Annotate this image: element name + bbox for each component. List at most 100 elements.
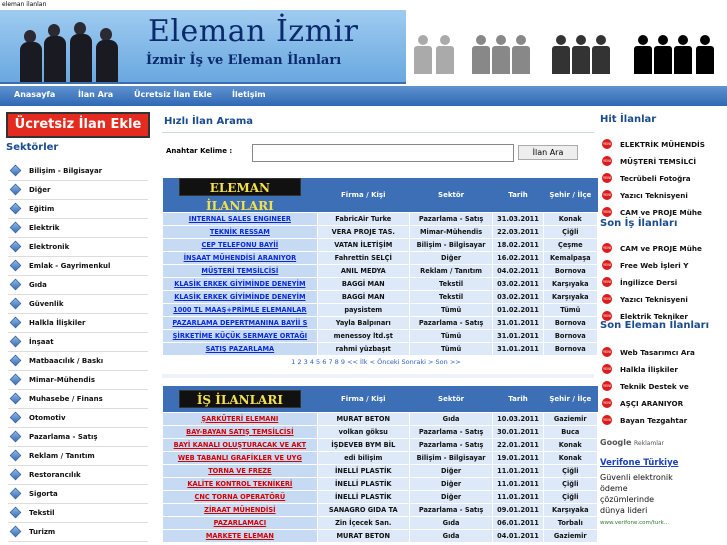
nav-ilan-ara[interactable]: İlan Ara — [78, 90, 113, 99]
sector-label: İnşaat — [29, 338, 54, 346]
job-title-link[interactable]: CEP TELEFONU BAYİİ — [162, 238, 318, 252]
table-row[interactable]: ŞİRKETİME KÜÇÜK SERMAYE ORTAĞI menessoy l… — [162, 329, 599, 343]
new-badge-icon: YENİ — [602, 190, 612, 200]
sector-item[interactable]: Restorancılık — [8, 466, 148, 485]
job-title-link[interactable]: 1000 TL MAAŞ+PRİMLE ELEMANLAR — [162, 303, 318, 317]
ad-title[interactable]: Verifone Türkiye — [600, 458, 678, 468]
job-title-link[interactable]: ZİRAAT MÜHENDİSİ — [162, 502, 318, 517]
table-row[interactable]: TORNA VE FREZE İNELLİ PLASTİK Diğer 11.01.2… — [162, 463, 599, 478]
table-row[interactable]: PAZARLAMACI Zin İçecek San. Gıda 06.01.2011… — [162, 515, 599, 530]
sector-item[interactable]: Muhasebe / Finans — [8, 390, 148, 409]
sector-item[interactable]: Diğer — [8, 181, 148, 200]
ad-list-item[interactable]: YENİ Yazıcı Teknisyeni — [602, 293, 722, 307]
table-row[interactable]: TEKNİK RESSAM VERA PROJE TAS. Mimar-Mühend… — [162, 225, 599, 239]
search-button[interactable]: İlan Ara — [518, 145, 578, 160]
job-title-link[interactable]: KLASİK ERKEK GİYİMİNDE DENEYİM — [162, 290, 318, 304]
job-title-link[interactable]: INTERNAL SALES ENGINEER — [162, 212, 318, 226]
job-title-link[interactable]: ŞİRKETİME KÜÇÜK SERMAYE ORTAĞI — [162, 329, 318, 343]
job-title-link[interactable]: MÜŞTERİ TEMSİLCİSİ — [162, 264, 318, 278]
table-row[interactable]: CNC TORNA OPERATÖRÜ İNELLİ PLASTİK Diğer 11… — [162, 489, 599, 504]
nav-anasayfa[interactable]: Anasayfa — [14, 90, 55, 99]
sector-item[interactable]: Reklam / Tanıtım — [8, 447, 148, 466]
table-row[interactable]: BAY-BAYAN SATIŞ TEMSİLCİSİ volkan göksu Pa… — [162, 424, 599, 439]
table-cell: MURAT BETON — [316, 411, 410, 426]
sector-item[interactable]: Matbaacılık / Baskı — [8, 352, 148, 371]
table-row[interactable]: MÜŞTERİ TEMSİLCİSİ ANIL MEDYA Reklam / Tan… — [162, 264, 599, 278]
nav-iletisim[interactable]: İletişim — [232, 90, 266, 99]
ad-list-item[interactable]: YENİ Teknik Destek ve — [602, 380, 722, 394]
sector-item[interactable]: Otomotiv — [8, 409, 148, 428]
job-title-link[interactable]: CNC TORNA OPERATÖRÜ — [162, 489, 318, 504]
ad-list-item[interactable]: YENİ Free Web İşleri Y — [602, 259, 722, 273]
sector-item[interactable]: Mimar-Mühendis — [8, 371, 148, 390]
diamond-icon — [9, 297, 22, 310]
sector-item[interactable]: Pazarlama - Satış — [8, 428, 148, 447]
table-row[interactable]: WEB TABANLI GRAFİKLER VE UYG edi bilişim B… — [162, 450, 599, 465]
table-cell: 31.01.2011 — [492, 342, 544, 356]
job-title-link[interactable]: WEB TABANLI GRAFİKLER VE UYG — [162, 450, 318, 465]
job-title-link[interactable]: KALİTE KONTROL TEKNİKERİ — [162, 476, 318, 491]
ad-list-item[interactable]: YENİ Tecrübeli Fotoğra — [602, 172, 722, 186]
table-row[interactable]: MARKETE ELEMAN MURAT BETON Gıda 04.01.2011 G… — [162, 528, 599, 543]
sector-item[interactable]: Eğitim — [8, 200, 148, 219]
sector-item[interactable]: Gıda — [8, 276, 148, 295]
job-title-link[interactable]: BAY-BAYAN SATIŞ TEMSİLCİSİ — [162, 424, 318, 439]
pagination[interactable]: 1 2 3 4 5 6 7 8 9 << İlk < Önceki Sonrak… — [158, 358, 594, 366]
sector-item[interactable]: Elektronik — [8, 238, 148, 257]
new-badge-icon: YENİ — [602, 156, 612, 166]
job-title-link[interactable]: BAYİ KANALI OLUŞTURACAK VE AKT — [162, 437, 318, 452]
table-cell: Bornova — [542, 342, 599, 356]
job-title-link[interactable]: TORNA VE FREZE — [162, 463, 318, 478]
sector-item[interactable]: İnşaat — [8, 333, 148, 352]
table-row[interactable]: INTERNAL SALES ENGINEER FabricAir Turke Pa… — [162, 212, 599, 226]
job-title-link[interactable]: MARKETE ELEMAN — [162, 528, 318, 543]
table-cell: 18.02.2011 — [492, 238, 544, 252]
ad-list-item[interactable]: YENİ Halkla İlişkiler — [602, 363, 722, 377]
table-row[interactable]: CEP TELEFONU BAYİİ VATAN İLETİŞİM Bilişim … — [162, 238, 599, 252]
sector-item[interactable]: Güvenlik — [8, 295, 148, 314]
table-cell: 04.02.2011 — [492, 264, 544, 278]
sector-item[interactable]: Emlak - Gayrimenkul — [8, 257, 148, 276]
job-title-link[interactable]: ŞARKÜTERİ ELEMANI — [162, 411, 318, 426]
table-row[interactable]: KLASİK ERKEK GİYİMİNDE DENEYİM BAGGİ MAN T… — [162, 277, 599, 291]
ad-list-item[interactable]: YENİ Bayan Tezgahtar — [602, 414, 722, 428]
job-title-link[interactable]: KLASİK ERKEK GİYİMİNDE DENEYİM — [162, 277, 318, 291]
sector-item[interactable]: Sigorta — [8, 485, 148, 504]
ad-list-item[interactable]: YENİ CAM ve PROJE Mühe — [602, 242, 722, 256]
table-row[interactable]: SATIŞ PAZARLAMA rahmi yüzbaşıt Tümü 31.01.2… — [162, 342, 599, 356]
ad-list-item[interactable]: YENİ Web Tasarımcı Ara — [602, 346, 722, 360]
ad-body: Güvenli elektronik ödeme çözümlerinde dü… — [600, 473, 673, 515]
job-title-link[interactable]: SATIŞ PAZARLAMA — [162, 342, 318, 356]
table-row[interactable]: 1000 TL MAAŞ+PRİMLE ELEMANLAR paysistem Tü… — [162, 303, 599, 317]
ad-list-item[interactable]: YENİ Yazıcı Teknisyeni — [602, 189, 722, 203]
table-row[interactable]: KALİTE KONTROL TEKNİKERİ İNELLİ PLASTİK Di… — [162, 476, 599, 491]
sector-item[interactable]: Bilişim - Bilgisayar — [8, 162, 148, 181]
sector-item[interactable]: Halkla İlişkiler — [8, 314, 148, 333]
search-input[interactable] — [252, 144, 514, 162]
sector-item[interactable]: Turizm — [8, 523, 148, 542]
free-ad-banner[interactable]: Ücretsiz İlan Ekle — [6, 112, 150, 138]
job-title-link[interactable]: PAZARLAMA DEPERTMANINA BAYİİ S — [162, 316, 318, 330]
table-cell: edi bilişim — [316, 450, 410, 465]
ad-list-item[interactable]: YENİ İngilizce Dersi — [602, 276, 722, 290]
job-title-link[interactable]: PAZARLAMACI — [162, 515, 318, 530]
ad-list-item[interactable]: YENİ ELEKTRİK MÜHENDİS — [602, 138, 722, 152]
table-row[interactable]: ŞARKÜTERİ ELEMANI MURAT BETON Gıda 10.03.20… — [162, 411, 599, 426]
table-row[interactable]: BAYİ KANALI OLUŞTURACAK VE AKT İŞDEVEB BY… — [162, 437, 599, 452]
table-row[interactable]: KLASİK ERKEK GİYİMİNDE DENEYİM BAGGİ MAN T… — [162, 290, 599, 304]
table-row[interactable]: İNŞAAT MÜHENDİSİ ARANIYOR Fahrettin SELÇİ… — [162, 251, 599, 265]
ad-list-label: CAM ve PROJE Mühe — [620, 208, 702, 217]
sector-item[interactable]: Elektrik — [8, 219, 148, 238]
table-cell: Bilişim - Bilgisayar — [408, 238, 494, 252]
job-title-link[interactable]: TEKNİK RESSAM — [162, 225, 318, 239]
nav-ucretsiz-ilan-ekle[interactable]: Ücretsiz İlan Ekle — [134, 90, 212, 99]
table-row[interactable]: ZİRAAT MÜHENDİSİ SANAGRO GIDA TA Pazarlama… — [162, 502, 599, 517]
sectors-title: Sektörler — [6, 142, 59, 153]
job-title-link[interactable]: İNŞAAT MÜHENDİSİ ARANIYOR — [162, 251, 318, 265]
ad-url[interactable]: www.verifone.com/turk... — [600, 520, 669, 526]
sector-item[interactable]: Tekstil — [8, 504, 148, 523]
table-row[interactable]: PAZARLAMA DEPERTMANINA BAYİİ S Yayla Balp… — [162, 316, 599, 330]
ad-list-item[interactable]: YENİ AŞÇI ARANIYOR — [602, 397, 722, 411]
ad-list-item[interactable]: YENİ MÜŞTERİ TEMSİLCİ — [602, 155, 722, 169]
table-cell: Tekstil — [408, 290, 494, 304]
